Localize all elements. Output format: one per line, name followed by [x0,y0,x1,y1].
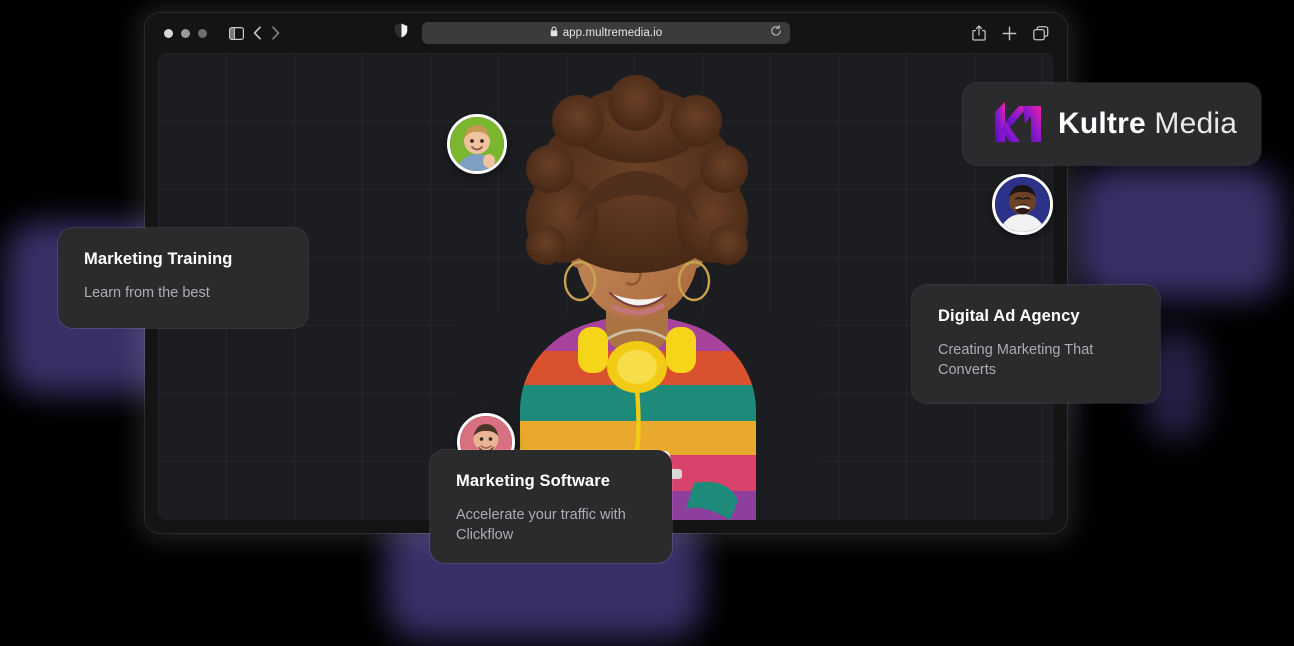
url-hostname: app.multremedia.io [562,27,663,39]
lock-icon [550,26,558,40]
close-dot[interactable] [164,28,173,38]
back-chevron-icon[interactable] [253,26,262,40]
glow-right [1076,168,1282,298]
sidebar-toggle-icon[interactable] [229,26,244,40]
share-icon[interactable] [972,25,986,41]
card-subtitle: Accelerate your traffic with Clickflow [456,506,626,543]
forward-chevron-icon[interactable] [271,26,280,40]
toolbar-right-icons [972,25,1049,41]
card-marketing-training[interactable]: Marketing Training Learn from the best [58,228,308,328]
shield-privacy-icon[interactable] [395,23,408,43]
brand-name: Kultre Media [1058,107,1237,141]
brand-name-bold: Kultre [1058,107,1146,140]
card-subtitle: Learn from the best [84,284,210,301]
window-traffic-lights[interactable] [164,28,207,38]
card-digital-ad-agency[interactable]: Digital Ad Agency Creating Marketing Tha… [912,285,1160,403]
brand-card[interactable]: Kultre Media [963,83,1261,165]
reload-icon[interactable] [770,24,782,42]
minimize-dot[interactable] [181,28,190,38]
brand-name-light: Media [1154,107,1238,140]
address-bar-text: app.multremedia.io [550,26,663,40]
avatar-member-2[interactable] [992,174,1053,235]
avatar-member-1[interactable] [447,114,507,174]
card-marketing-software[interactable]: Marketing Software Accelerate your traff… [430,450,672,563]
kultre-monogram-icon [995,100,1041,149]
new-tab-icon[interactable] [1002,26,1017,41]
card-title: Marketing Software [456,472,610,490]
browser-toolbar: app.multremedia.io [145,13,1067,53]
tab-overview-icon[interactable] [1033,25,1049,41]
navigation-icons [229,26,280,40]
address-bar[interactable]: app.multremedia.io [395,22,790,44]
address-bar-container: app.multremedia.io [145,22,1067,44]
card-subtitle: Creating Marketing That Converts [938,341,1094,378]
card-title: Marketing Training [84,250,233,268]
card-title: Digital Ad Agency [938,307,1080,325]
page-root: app.multremedia.io Kultre Media Marketin… [0,0,1294,646]
maximize-dot[interactable] [198,28,207,38]
